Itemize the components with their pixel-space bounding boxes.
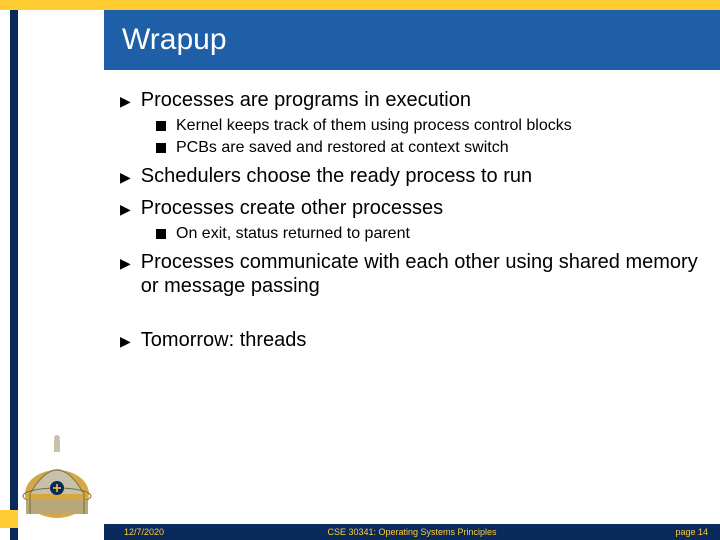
bullet-level-2: PCBs are saved and restored at context s… [156, 138, 700, 158]
bullet-text: Processes create other processes [141, 196, 443, 220]
bullet-text: On exit, status returned to parent [176, 224, 410, 244]
arrow-bullet-icon: ▶ [120, 88, 131, 114]
bullet-level-1: ▶ Schedulers choose the ready process to … [120, 164, 700, 190]
dome-logo [18, 434, 96, 524]
bullet-text: PCBs are saved and restored at context s… [176, 138, 509, 158]
footer-page: page 14 [675, 527, 708, 537]
arrow-bullet-icon: ▶ [120, 250, 131, 276]
bullet-level-1: ▶ Processes create other processes [120, 196, 700, 222]
bullet-level-2: Kernel keeps track of them using process… [156, 116, 700, 136]
bullet-text: Kernel keeps track of them using process… [176, 116, 572, 136]
top-accent-bar [0, 0, 720, 10]
bullet-level-1: ▶ Tomorrow: threads [120, 328, 700, 354]
footer: 12/7/2020 CSE 30341: Operating Systems P… [104, 524, 720, 540]
bullet-text: Schedulers choose the ready process to r… [141, 164, 532, 188]
yellow-box [0, 510, 18, 528]
square-bullet-icon [156, 121, 166, 131]
bullet-level-1: ▶ Processes are programs in execution [120, 88, 700, 114]
slide: Wrapup ▶ Processes are programs in execut… [0, 0, 720, 540]
arrow-bullet-icon: ▶ [120, 328, 131, 354]
footer-course: CSE 30341: Operating Systems Principles [327, 527, 496, 537]
bullet-level-2: On exit, status returned to parent [156, 224, 700, 244]
footer-date: 12/7/2020 [124, 527, 164, 537]
arrow-bullet-icon: ▶ [120, 196, 131, 222]
bullet-level-1: ▶ Processes communicate with each other u… [120, 250, 700, 298]
title-bar: Wrapup [104, 10, 720, 70]
bullet-text: Tomorrow: threads [141, 328, 307, 352]
spacer [120, 298, 700, 322]
navy-strip [10, 10, 18, 540]
bullet-text: Processes communicate with each other us… [141, 250, 700, 298]
square-bullet-icon [156, 143, 166, 153]
slide-title: Wrapup [122, 23, 227, 57]
left-rail [0, 10, 104, 540]
square-bullet-icon [156, 229, 166, 239]
arrow-bullet-icon: ▶ [120, 164, 131, 190]
content-area: ▶ Processes are programs in execution Kern… [120, 82, 700, 354]
bullet-text: Processes are programs in execution [141, 88, 471, 112]
